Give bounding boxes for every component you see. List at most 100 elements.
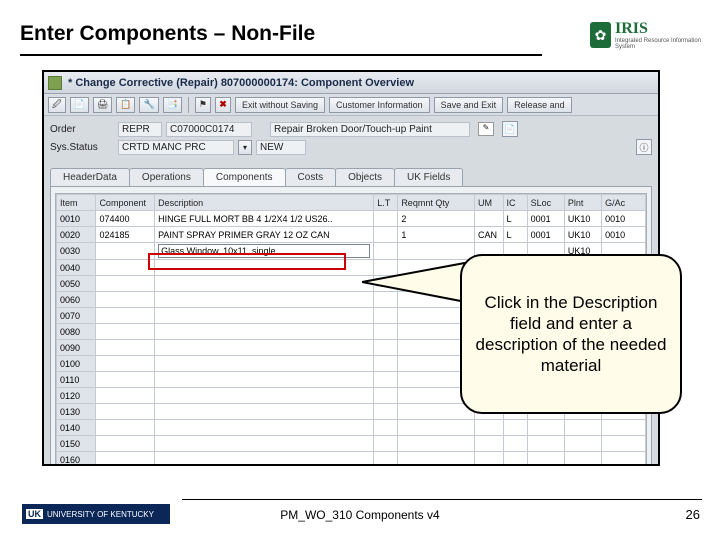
cell-component[interactable] <box>96 276 155 292</box>
description-input[interactable] <box>158 244 370 258</box>
cell-um[interactable] <box>475 211 504 227</box>
description-flag-icon[interactable]: ✎ <box>478 122 494 136</box>
cell-component[interactable] <box>96 243 155 260</box>
cell-item[interactable]: 0060 <box>57 292 96 308</box>
save-and-exit-button[interactable]: Save and Exit <box>434 97 504 113</box>
cell-sloc[interactable]: 0001 <box>527 227 564 243</box>
col-description[interactable]: Description <box>155 195 374 211</box>
cell-item[interactable]: 0040 <box>57 260 96 276</box>
cell-gsac[interactable]: 0010 <box>602 227 646 243</box>
toolbar-cancel-icon[interactable]: ✖ <box>215 97 231 113</box>
cell-sloc[interactable] <box>527 452 564 467</box>
cell-component[interactable] <box>96 324 155 340</box>
cell-ic[interactable]: L <box>503 227 527 243</box>
cell-item[interactable]: 0070 <box>57 308 96 324</box>
col-component[interactable]: Component <box>96 195 155 211</box>
cell-item[interactable]: 0140 <box>57 420 96 436</box>
cell-component[interactable] <box>96 260 155 276</box>
toolbar-icon-4[interactable]: 📋 <box>116 97 135 113</box>
table-row[interactable]: 0010074400HINGE FULL MORT BB 4 1/2X4 1/2… <box>57 211 646 227</box>
cell-plnt[interactable] <box>564 452 601 467</box>
toolbar-icon-6[interactable]: 📑 <box>163 97 182 113</box>
toolbar-icon-2[interactable]: 📄 <box>70 97 89 113</box>
col-sloc[interactable]: SLoc <box>527 195 564 211</box>
cell-lt[interactable] <box>374 452 398 467</box>
table-row[interactable]: 0160 <box>57 452 646 467</box>
cell-lt[interactable] <box>374 436 398 452</box>
cell-description[interactable] <box>155 276 374 292</box>
customer-information-button[interactable]: Customer Information <box>329 97 430 113</box>
cell-description[interactable] <box>155 243 374 260</box>
cell-gsac[interactable] <box>602 420 646 436</box>
cell-lt[interactable] <box>374 388 398 404</box>
cell-sloc[interactable] <box>527 420 564 436</box>
cell-component[interactable] <box>96 436 155 452</box>
order-extra-icon[interactable]: 📄 <box>502 121 518 137</box>
status-info-icon[interactable]: ⓘ <box>636 139 652 155</box>
cell-um[interactable] <box>475 420 504 436</box>
cell-component[interactable] <box>96 372 155 388</box>
cell-description[interactable] <box>155 292 374 308</box>
cell-ic[interactable] <box>503 452 527 467</box>
cell-item[interactable]: 0150 <box>57 436 96 452</box>
cell-plnt[interactable] <box>564 436 601 452</box>
cell-description[interactable] <box>155 404 374 420</box>
cell-ic[interactable] <box>503 436 527 452</box>
cell-qty[interactable] <box>398 452 475 467</box>
tab-ukfields[interactable]: UK Fields <box>394 168 463 186</box>
cell-item[interactable]: 0010 <box>57 211 96 227</box>
cell-description[interactable] <box>155 436 374 452</box>
table-row[interactable]: 0140 <box>57 420 646 436</box>
cell-um[interactable] <box>475 436 504 452</box>
cell-component[interactable]: 024185 <box>96 227 155 243</box>
toolbar-icon-1[interactable]: 🖉 <box>48 97 66 113</box>
col-um[interactable]: UM <box>475 195 504 211</box>
cell-ic[interactable]: L <box>503 211 527 227</box>
cell-description[interactable] <box>155 388 374 404</box>
cell-item[interactable]: 0020 <box>57 227 96 243</box>
tab-headerdata[interactable]: HeaderData <box>50 168 130 186</box>
cell-description[interactable]: HINGE FULL MORT BB 4 1/2X4 1/2 US26.. <box>155 211 374 227</box>
release-button[interactable]: Release and <box>507 97 572 113</box>
cell-description[interactable]: PAINT SPRAY PRIMER GRAY 12 OZ CAN <box>155 227 374 243</box>
cell-description[interactable] <box>155 356 374 372</box>
cell-lt[interactable] <box>374 420 398 436</box>
col-gsac[interactable]: G/Ac <box>602 195 646 211</box>
cell-component[interactable] <box>96 404 155 420</box>
cell-component[interactable] <box>96 388 155 404</box>
table-row[interactable]: 0150 <box>57 436 646 452</box>
cell-gsac[interactable] <box>602 452 646 467</box>
cell-um[interactable]: CAN <box>475 227 504 243</box>
cell-item[interactable]: 0090 <box>57 340 96 356</box>
table-row[interactable]: 0020024185PAINT SPRAY PRIMER GRAY 12 OZ … <box>57 227 646 243</box>
cell-plnt[interactable]: UK10 <box>564 227 601 243</box>
cell-lt[interactable] <box>374 340 398 356</box>
cell-sloc[interactable] <box>527 436 564 452</box>
cell-um[interactable] <box>475 452 504 467</box>
toolbar-icon-3[interactable]: 🖨 <box>93 97 112 113</box>
tab-components[interactable]: Components <box>203 168 286 186</box>
cell-ic[interactable] <box>503 420 527 436</box>
cell-component[interactable] <box>96 452 155 467</box>
cell-component[interactable] <box>96 420 155 436</box>
cell-plnt[interactable]: UK10 <box>564 211 601 227</box>
col-lt[interactable]: L.T <box>374 195 398 211</box>
tab-costs[interactable]: Costs <box>285 168 337 186</box>
cell-item[interactable]: 0130 <box>57 404 96 420</box>
status-dropdown-icon[interactable]: ▾ <box>238 140 252 155</box>
cell-item[interactable]: 0110 <box>57 372 96 388</box>
cell-description[interactable] <box>155 324 374 340</box>
toolbar-icon-5[interactable]: 🔧 <box>139 97 158 113</box>
cell-component[interactable] <box>96 308 155 324</box>
order-description-field[interactable]: Repair Broken Door/Touch-up Paint <box>270 122 470 137</box>
cell-item[interactable]: 0050 <box>57 276 96 292</box>
cell-description[interactable] <box>155 308 374 324</box>
cell-item[interactable]: 0100 <box>57 356 96 372</box>
cell-component[interactable] <box>96 292 155 308</box>
exit-without-saving-button[interactable]: Exit without Saving <box>235 97 325 113</box>
cell-item[interactable]: 0120 <box>57 388 96 404</box>
col-ic[interactable]: IC <box>503 195 527 211</box>
cell-description[interactable] <box>155 260 374 276</box>
col-reqqty[interactable]: Reqmnt Qty <box>398 195 475 211</box>
cell-lt[interactable] <box>374 356 398 372</box>
